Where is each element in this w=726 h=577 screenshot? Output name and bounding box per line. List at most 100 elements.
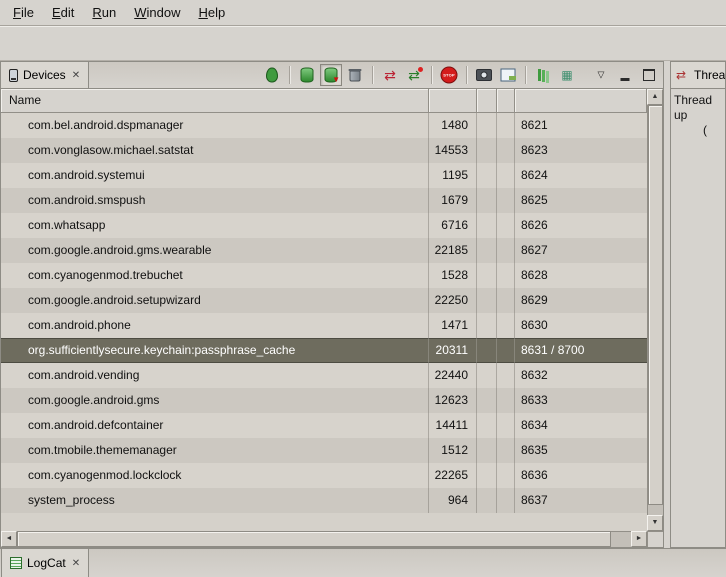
tab-devices-label: Devices (23, 68, 66, 82)
process-pid: 14411 (429, 413, 477, 438)
vertical-scroll-thumb[interactable] (648, 105, 663, 505)
table-cell-empty (477, 188, 497, 213)
scroll-left-arrow-icon[interactable]: ◄ (1, 531, 17, 547)
horizontal-scroll-thumb[interactable] (17, 531, 611, 547)
view-menu-icon[interactable] (590, 64, 612, 86)
column-header-port[interactable] (515, 89, 647, 113)
menu-run[interactable]: Run (83, 2, 125, 23)
process-name: com.android.defcontainer (1, 413, 429, 438)
table-cell-empty (497, 213, 515, 238)
tab-devices[interactable]: Devices ✕ (1, 62, 89, 88)
process-row[interactable]: com.google.android.gms.wearable 22185 86… (1, 238, 647, 263)
process-port: 8634 (515, 413, 647, 438)
process-name: com.vonglasow.michael.satstat (1, 138, 429, 163)
close-tab-icon[interactable]: ✕ (71, 70, 80, 81)
tab-logcat[interactable]: LogCat ✕ (1, 549, 89, 577)
process-name: com.android.smspush (1, 188, 429, 213)
process-port: 8632 (515, 363, 647, 388)
screen-report-icon[interactable] (497, 64, 519, 86)
process-port: 8631 / 8700 (515, 338, 647, 363)
hierarchy-view-icon[interactable] (532, 64, 554, 86)
process-row[interactable]: com.whatsapp 6716 8626 (1, 213, 647, 238)
process-port: 8624 (515, 163, 647, 188)
maximize-view-icon[interactable] (638, 64, 660, 86)
process-name: com.android.phone (1, 313, 429, 338)
vertical-scrollbar[interactable]: ▲ ▼ (647, 89, 663, 531)
table-cell-empty (497, 363, 515, 388)
process-row[interactable]: system_process 964 8637 (1, 488, 647, 513)
process-row[interactable]: com.tmobile.thememanager 1512 8635 (1, 438, 647, 463)
debug-process-icon[interactable] (261, 64, 283, 86)
dump-hprof-icon[interactable] (320, 64, 342, 86)
column-header-pid[interactable] (429, 89, 477, 113)
table-cell-empty (477, 363, 497, 388)
table-cell-empty (497, 238, 515, 263)
update-threads-icon[interactable] (379, 64, 401, 86)
process-row[interactable]: com.vonglasow.michael.satstat 14553 8623 (1, 138, 647, 163)
process-row[interactable]: com.google.android.gms 12623 8633 (1, 388, 647, 413)
table-cell-empty (477, 488, 497, 513)
scrollbar-corner (647, 531, 663, 547)
scroll-down-arrow-icon[interactable]: ▼ (647, 515, 663, 531)
dump-view-icon[interactable] (556, 64, 578, 86)
minimize-view-icon[interactable] (614, 64, 636, 86)
devices-tabbar: Devices ✕ (1, 62, 663, 89)
column-header-empty[interactable] (477, 89, 497, 113)
process-row[interactable]: com.android.phone 1471 8630 (1, 313, 647, 338)
table-cell-empty (497, 263, 515, 288)
top-toolbar-strip (0, 26, 726, 61)
process-row[interactable]: com.cyanogenmod.lockclock 22265 8636 (1, 463, 647, 488)
process-port: 8628 (515, 263, 647, 288)
main-area: Devices ✕ Name com.bel.android.dspmanage… (0, 61, 726, 548)
threads-tabbar: Threads (671, 62, 725, 89)
column-header-name[interactable]: Name (1, 89, 429, 113)
threads-message-line1: Thread up (674, 93, 722, 123)
process-name: org.sufficientlysecure.keychain:passphra… (1, 338, 429, 363)
table-cell-empty (497, 163, 515, 188)
menu-edit[interactable]: Edit (43, 2, 83, 23)
devices-view: Devices ✕ Name com.bel.android.dspmanage… (0, 61, 664, 548)
tab-threads-label: Threads (694, 68, 725, 82)
process-row[interactable]: com.android.smspush 1679 8625 (1, 188, 647, 213)
process-table: Name com.bel.android.dspmanager 1480 862… (1, 89, 663, 547)
close-tab-icon[interactable]: ✕ (71, 558, 80, 569)
logcat-icon (10, 557, 22, 569)
toolbar-separator (289, 66, 290, 84)
process-pid: 14553 (429, 138, 477, 163)
process-name: com.cyanogenmod.lockclock (1, 463, 429, 488)
process-row[interactable]: com.cyanogenmod.trebuchet 1528 8628 (1, 263, 647, 288)
process-pid: 1512 (429, 438, 477, 463)
process-row[interactable]: com.android.defcontainer 14411 8634 (1, 413, 647, 438)
menu-help[interactable]: Help (189, 2, 234, 23)
table-cell-empty (477, 138, 497, 163)
process-row[interactable]: com.google.android.setupwizard 22250 862… (1, 288, 647, 313)
table-cell-empty (477, 338, 497, 363)
process-name: com.google.android.gms (1, 388, 429, 413)
process-port: 8636 (515, 463, 647, 488)
process-row[interactable]: com.bel.android.dspmanager 1480 8621 (1, 113, 647, 138)
stop-process-icon[interactable] (438, 64, 460, 86)
process-port: 8627 (515, 238, 647, 263)
threads-message-line2: ( (674, 123, 722, 138)
table-cell-empty (477, 163, 497, 188)
scroll-up-arrow-icon[interactable]: ▲ (647, 89, 663, 105)
scroll-right-arrow-icon[interactable]: ► (631, 531, 647, 547)
threads-content: Thread up ( (671, 89, 725, 142)
cause-gc-icon[interactable] (344, 64, 366, 86)
process-row[interactable]: org.sufficientlysecure.keychain:passphra… (1, 338, 647, 363)
tab-threads[interactable]: Threads (671, 62, 725, 88)
column-header-empty[interactable] (497, 89, 515, 113)
process-name: com.android.vending (1, 363, 429, 388)
start-profiling-icon[interactable] (403, 64, 425, 86)
process-row[interactable]: com.android.vending 22440 8632 (1, 363, 647, 388)
process-name: com.google.android.setupwizard (1, 288, 429, 313)
process-row[interactable]: com.android.systemui 1195 8624 (1, 163, 647, 188)
menu-file[interactable]: File (4, 2, 43, 23)
update-heap-icon[interactable] (296, 64, 318, 86)
menu-window[interactable]: Window (125, 2, 189, 23)
screen-capture-icon[interactable] (473, 64, 495, 86)
process-name: system_process (1, 488, 429, 513)
horizontal-scrollbar[interactable]: ◄ ► (1, 531, 647, 547)
process-name: com.whatsapp (1, 213, 429, 238)
process-pid: 22185 (429, 238, 477, 263)
